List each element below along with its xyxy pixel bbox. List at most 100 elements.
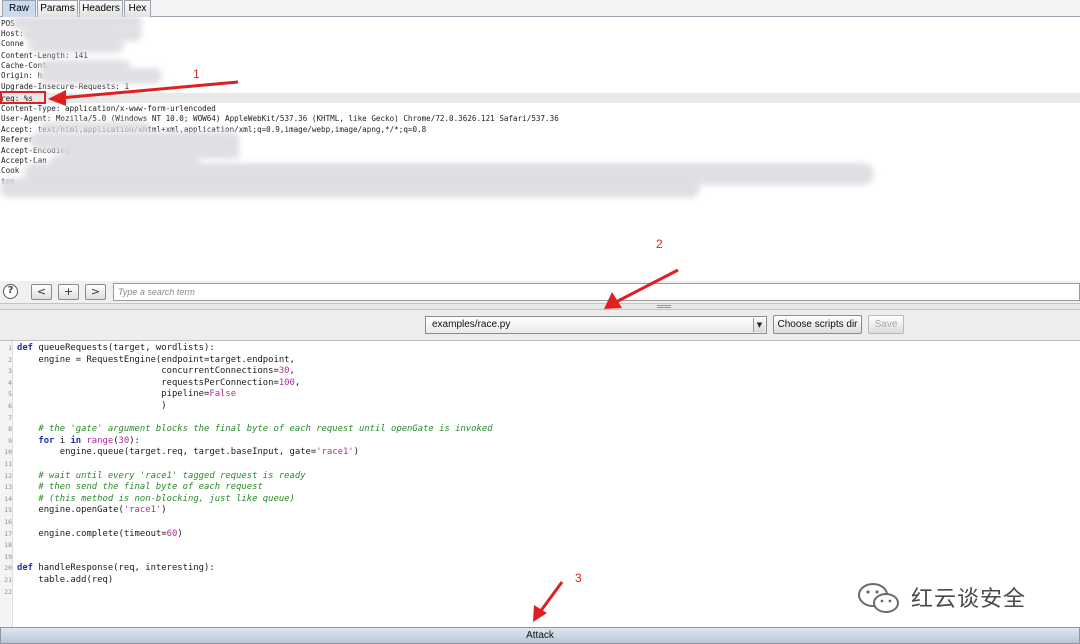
raw-request-editor[interactable]: POS Host: Conne Content-Length: 141 Cach… [0,16,1080,280]
attack-button[interactable]: Attack [0,627,1080,644]
script-select-value: examples/race.py [432,319,511,330]
code-line: requestsPerConnection=100, [17,378,300,390]
code-token: handleResponse(req, interesting): [38,563,215,574]
choose-scripts-dir-button[interactable]: Choose scripts dir [773,315,862,334]
code-line: pipeline=False [17,389,236,401]
code-token: ) [177,528,183,539]
line-number: 18 [4,541,12,550]
code-token: requestsPerConnection= [17,377,279,388]
line-number: 22 [4,587,12,596]
code-token: def [17,343,39,353]
redaction-blur [0,178,700,198]
code-token: ) [161,505,167,516]
script-toolbar: examples/race.py ▼ Choose scripts dir Sa… [0,310,1080,340]
code-token: i [59,435,71,446]
code-line: for i in range(30): [17,436,140,448]
watermark: 红云谈安全 [855,576,1055,616]
code-line: concurrentConnections=30, [17,366,295,378]
code-token: queueRequests(target, wordlists): [38,343,215,353]
code-token: # wait until every 'race1' tagged reques… [17,470,306,481]
line-number: 5 [8,390,12,399]
code-token: , [289,366,295,377]
code-token: for [17,435,60,446]
code-line: # wait until every 'race1' tagged reques… [17,470,306,483]
dropdown-arrow-icon[interactable]: ▼ [753,318,765,332]
search-bar: ? < + > Type a search term [0,281,1080,303]
save-button[interactable]: Save [868,315,904,334]
search-input[interactable]: Type a search term [113,283,1080,301]
request-tab-bar: Raw Params Headers Hex [0,0,1080,17]
redaction-blur [28,37,124,53]
code-token: ): [129,435,140,446]
code-line: # the 'gate' argument blocks the final b… [17,424,493,436]
annotation-number-2: 2 [656,237,663,251]
tab-headers[interactable]: Headers [79,0,123,17]
line-number: 20 [4,564,12,573]
line-number: 19 [4,552,12,561]
annotation-arrow-3 [533,581,564,622]
code-token: 'race1' [316,447,354,458]
code-token: 30 [278,366,290,377]
code-token: ) [17,401,167,411]
line-number: 11 [4,460,12,468]
annotation-arrow-2 [604,268,679,309]
code-line: engine.openGate('race1') [17,505,167,517]
code-token: 30 [118,435,130,446]
code-token: False [209,389,237,400]
code-token: 60 [166,528,178,539]
code-token: , [294,377,301,388]
code-token: engine = RequestEngine(endpoint=target.e… [17,354,295,365]
annotation-number-3: 3 [575,571,582,585]
request-line: Cook [1,166,20,175]
code-token: concurrentConnections= [17,366,279,377]
line-number: 8 [8,425,12,434]
line-number: 13 [4,483,12,492]
code-line: # (this method is non-blocking, just lik… [17,494,295,506]
code-token: engine.complete(timeout= [17,528,167,539]
tab-hex[interactable]: Hex [124,0,151,17]
code-token: 'race1' [123,505,162,516]
script-select[interactable]: examples/race.py ▼ [425,316,767,334]
code-line: table.add(req) [17,575,113,587]
code-line: engine.complete(timeout=60) [17,528,183,541]
line-number: 14 [4,494,12,503]
code-token: def [17,563,39,574]
code-line: engine.queue(target.req, target.baseInpu… [17,447,359,459]
line-number: 12 [4,471,12,480]
code-token: range [86,435,114,446]
code-token: in [70,435,87,446]
next-match-button[interactable]: > [85,284,106,300]
code-token: # then send the final byte of each reque… [17,482,263,493]
line-number: 6 [8,402,12,410]
code-line: def handleResponse(req, interesting): [17,563,215,575]
request-line: Origin: h [1,71,43,80]
annotation-arrow-1 [48,80,239,106]
line-number: 21 [4,576,12,584]
code-line: # then send the final byte of each reque… [17,482,263,494]
request-line: Referer [1,135,34,144]
line-number: 17 [4,529,12,538]
wechat-logo-icon [858,583,899,613]
line-number: 7 [8,413,12,422]
request-line: Host: [1,29,24,38]
tab-raw[interactable]: Raw [2,0,36,17]
request-line: Conne [1,39,24,48]
code-token: pipeline= [17,389,210,400]
code-token: engine.openGate( [17,505,124,516]
code-token: ) [353,447,359,458]
line-number: 3 [8,367,12,376]
code-line: def queueRequests(target, wordlists): [17,343,215,355]
previous-match-button[interactable]: < [31,284,52,300]
code-token: # the 'gate' argument blocks the final b… [17,424,493,435]
add-button[interactable]: + [58,284,79,300]
code-token: 100 [278,377,295,388]
help-icon[interactable]: ? [3,284,18,299]
code-token: table.add(req) [17,575,114,585]
code-token: engine.queue(target.req, target.baseInpu… [17,447,317,458]
line-number-gutter: 1 2 3 4 5 6 7 8 9 10 11 12 13 14 15 16 17 18 19 20 21 22 [0,341,13,627]
code-line: ) [17,401,167,413]
tab-params[interactable]: Params [37,0,78,17]
pane-splitter[interactable] [0,303,1080,310]
line-number: 9 [8,436,12,445]
line-number: 2 [8,355,12,364]
